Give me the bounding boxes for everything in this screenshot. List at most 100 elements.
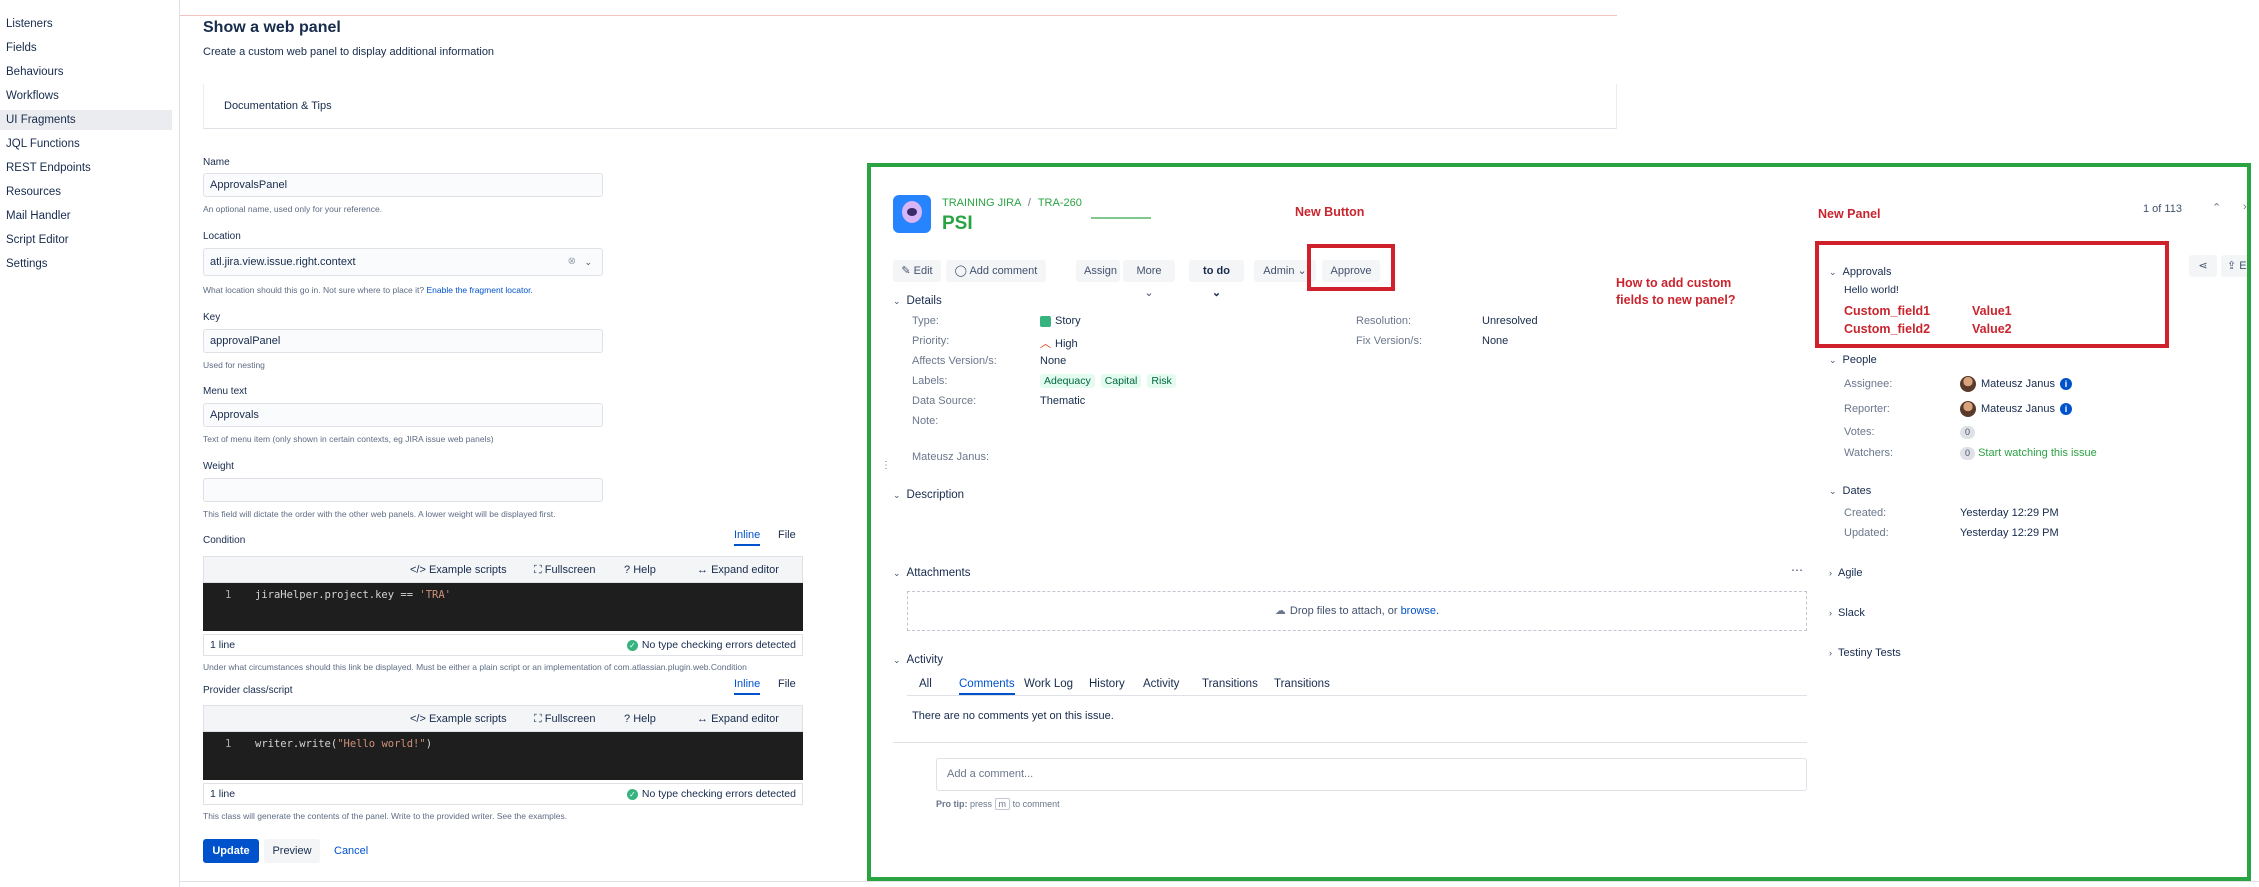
- breadcrumb-issue-key[interactable]: TRA-260: [1038, 197, 1082, 209]
- sidebar-item-ui-fragments[interactable]: UI Fragments: [0, 110, 172, 130]
- sidebar-item-jql-functions[interactable]: JQL Functions: [0, 134, 172, 154]
- tab-work-log[interactable]: Work Log: [1024, 678, 1073, 690]
- provider-tab-file[interactable]: File: [778, 678, 796, 690]
- sidebar-item-mail-handler[interactable]: Mail Handler: [0, 206, 172, 226]
- status-button[interactable]: to do ⌄: [1189, 260, 1244, 299]
- tab-comments[interactable]: Comments: [959, 678, 1015, 695]
- drag-handle-icon[interactable]: ⋮: [881, 460, 891, 471]
- help-button[interactable]: ? Help: [618, 561, 662, 579]
- attachments-header[interactable]: ⌄ Attachments: [893, 567, 970, 579]
- enable-fragment-locator-link[interactable]: Enable the fragment locator.: [427, 285, 533, 295]
- documentation-panel: Documentation & Tips: [203, 84, 1617, 129]
- breadcrumb-project[interactable]: TRAINING JIRA: [942, 197, 1021, 209]
- label-tag[interactable]: Adequacy: [1040, 374, 1095, 388]
- location-value: atl.jira.view.issue.right.context: [210, 256, 356, 268]
- agile-header[interactable]: › Agile: [1829, 567, 1862, 579]
- votes-count[interactable]: 0: [1960, 426, 1976, 439]
- sidebar-item-resources[interactable]: Resources: [0, 182, 172, 202]
- help-button[interactable]: ? Help: [618, 710, 662, 728]
- people-header[interactable]: ⌄ People: [1829, 354, 1877, 366]
- attachment-dropzone[interactable]: ☁ Drop files to attach, or browse.: [907, 591, 1807, 631]
- tab-transitions[interactable]: Transitions: [1202, 678, 1258, 690]
- info-icon[interactable]: i: [2059, 378, 2072, 390]
- sidebar-item-listeners[interactable]: Listeners: [0, 14, 172, 34]
- dates-title: Dates: [1842, 485, 1872, 497]
- sidebar-item-behaviours[interactable]: Behaviours: [0, 62, 172, 82]
- issue-summary[interactable]: PSI: [942, 213, 973, 235]
- testiny-header[interactable]: › Testiny Tests: [1829, 647, 1901, 659]
- weight-input[interactable]: [203, 478, 603, 502]
- code-plain: jiraHelper.project.key ==: [255, 589, 420, 601]
- issue-counter: 1 of 113: [2143, 203, 2182, 215]
- label-tag[interactable]: Risk: [1147, 374, 1176, 388]
- slack-header[interactable]: › Slack: [1829, 607, 1865, 619]
- code-string: 'TRA': [419, 589, 451, 601]
- menu-text-input[interactable]: Approvals: [203, 403, 603, 427]
- chevron-right-icon[interactable]: ›: [2243, 201, 2247, 213]
- page-subtitle: Create a custom web panel to display add…: [203, 46, 495, 58]
- preview-button[interactable]: Preview: [264, 839, 320, 863]
- dates-header[interactable]: ⌄ Dates: [1829, 485, 1871, 497]
- no-comments-text: There are no comments yet on this issue.: [912, 710, 1114, 722]
- sidebar-item-rest-endpoints[interactable]: REST Endpoints: [0, 158, 172, 178]
- tab-history[interactable]: History: [1089, 678, 1125, 690]
- name-input[interactable]: ApprovalsPanel: [203, 173, 603, 197]
- clear-icon[interactable]: ⊗: [568, 249, 576, 275]
- condition-tab-file[interactable]: File: [778, 529, 796, 541]
- value1-annotation: Value1: [1972, 304, 2012, 318]
- share-button[interactable]: ⋖: [2189, 255, 2217, 277]
- sidebar-item-settings[interactable]: Settings: [0, 254, 172, 274]
- tab-activity[interactable]: Activity: [1143, 678, 1179, 690]
- activity-header[interactable]: ⌄ Activity: [893, 654, 943, 666]
- description-title: Description: [906, 489, 965, 501]
- key-input[interactable]: approvalPanel: [203, 329, 603, 353]
- assignee-value[interactable]: Mateusz Janus i: [1960, 376, 2072, 392]
- tab-all[interactable]: All: [919, 678, 932, 690]
- description-header[interactable]: ⌄ Description: [893, 489, 964, 501]
- browse-link[interactable]: browse.: [1401, 605, 1440, 617]
- expand-editor-button[interactable]: ↔ Expand editor: [691, 561, 785, 579]
- help-label: Help: [633, 564, 656, 576]
- condition-tab-inline[interactable]: Inline: [734, 529, 761, 546]
- sidebar-item-workflows[interactable]: Workflows: [0, 86, 172, 106]
- start-watching-link[interactable]: Start watching this issue: [1978, 447, 2097, 459]
- info-icon[interactable]: i: [2059, 403, 2072, 415]
- chevron-down-icon[interactable]: ⌄: [584, 249, 592, 275]
- sidebar-item-fields[interactable]: Fields: [0, 38, 172, 58]
- assign-button[interactable]: Assign: [1076, 260, 1120, 282]
- example-scripts-button[interactable]: </> Example scripts: [404, 561, 513, 579]
- help-label: Help: [633, 713, 656, 725]
- type-label: Type:: [912, 315, 939, 327]
- reporter-value[interactable]: Mateusz Janus i: [1960, 401, 2072, 417]
- expand-editor-button[interactable]: ↔ Expand editor: [691, 710, 785, 728]
- left-sidebar: Listeners Fields Behaviours Workflows UI…: [0, 0, 180, 887]
- label-tag[interactable]: Capital: [1100, 374, 1142, 388]
- update-button[interactable]: Update: [203, 839, 259, 863]
- details-title: Details: [906, 295, 942, 307]
- documentation-tips-toggle[interactable]: Documentation & Tips: [224, 100, 332, 112]
- more-options-icon[interactable]: ⋯: [1791, 563, 1803, 577]
- chevron-down-icon: ⌄: [893, 655, 901, 665]
- add-comment-button[interactable]: ◯ Add comment: [946, 260, 1046, 282]
- key-label: Key: [203, 312, 221, 323]
- fullscreen-button[interactable]: ⛶ Fullscreen: [528, 710, 602, 728]
- details-header[interactable]: ⌄ Details: [893, 295, 942, 307]
- fullscreen-button[interactable]: ⛶ Fullscreen: [528, 561, 602, 579]
- tab-transitions[interactable]: Transitions: [1274, 678, 1330, 690]
- approvals-header[interactable]: ⌄ Approvals: [1829, 266, 1891, 278]
- chevron-up-icon[interactable]: ⌃: [2212, 201, 2221, 214]
- example-scripts-button[interactable]: </> Example scripts: [404, 710, 513, 728]
- fullscreen-label: Fullscreen: [544, 564, 596, 576]
- condition-code-editor[interactable]: 1 jiraHelper.project.key == 'TRA': [203, 583, 803, 631]
- more-button[interactable]: More ⌄: [1123, 260, 1175, 299]
- sidebar-item-script-editor[interactable]: Script Editor: [0, 230, 172, 250]
- comment-input[interactable]: Add a comment...: [936, 758, 1807, 791]
- location-select[interactable]: atl.jira.view.issue.right.context ⊗ ⌄: [203, 248, 603, 276]
- edit-button[interactable]: ✎ Edit: [893, 260, 941, 282]
- approvals-body: Hello world!: [1844, 284, 1899, 296]
- provider-tab-inline[interactable]: Inline: [734, 678, 761, 695]
- fix-version-value: None: [1482, 335, 1509, 347]
- provider-code-editor[interactable]: 1 writer.write("Hello world!"): [203, 732, 803, 780]
- cancel-link[interactable]: Cancel: [334, 839, 368, 863]
- export-button[interactable]: ⇪ E: [2221, 255, 2247, 277]
